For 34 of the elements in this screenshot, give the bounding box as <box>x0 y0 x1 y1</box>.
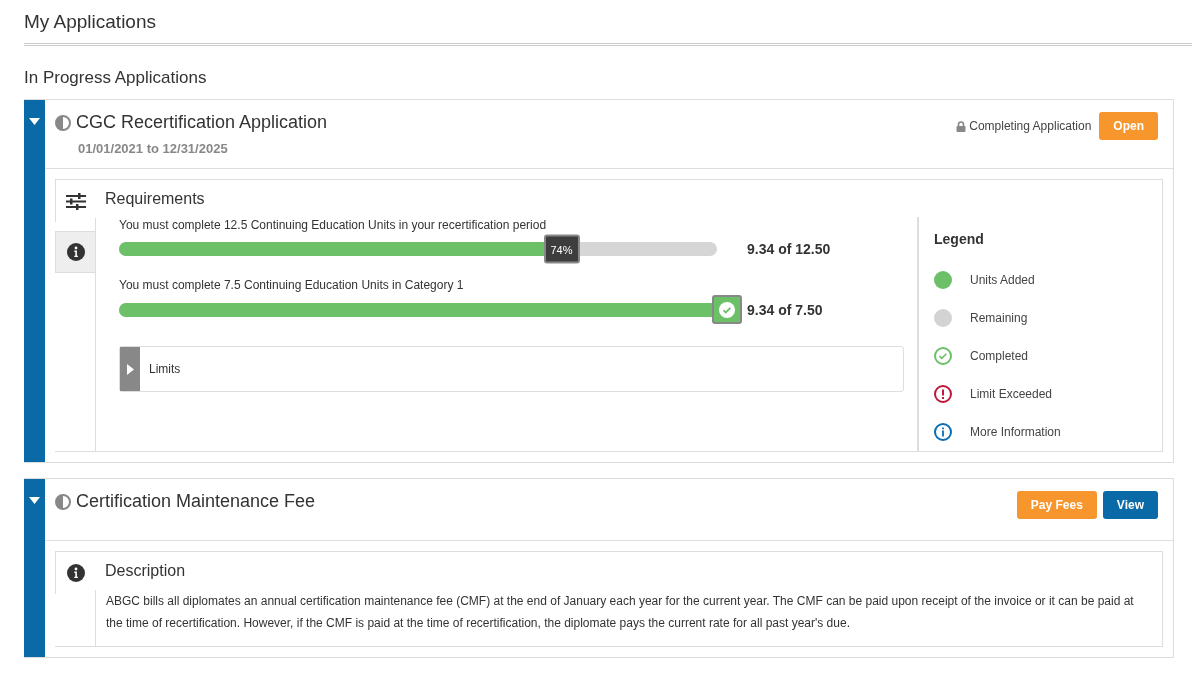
page-title: My Applications <box>24 10 157 34</box>
legend-label: Units Added <box>970 273 1035 287</box>
percent-badge: 74% <box>543 234 580 264</box>
requirement-text: You must complete 7.5 Continuing Education Units in Category 1 <box>119 278 465 292</box>
progress-reading: 9.34 of 7.50 <box>747 301 823 318</box>
legend-title: Legend <box>934 231 985 247</box>
half-circle-icon <box>55 493 71 510</box>
action-button[interactable]: View <box>1102 491 1158 519</box>
triangle-icon <box>126 363 134 375</box>
panel-tab[interactable] <box>55 231 95 273</box>
info-icon <box>66 564 85 582</box>
caret-icon <box>29 497 40 504</box>
collapse-toggle[interactable] <box>24 100 45 462</box>
limits-expander[interactable]: Limits <box>119 346 904 392</box>
sliders-icon <box>65 192 86 210</box>
progress-reading: 9.34 of 12.50 <box>747 241 831 257</box>
application-title: Certification Maintenance Fee <box>76 491 316 512</box>
requirement-text: You must complete 12.5 Continuing Education Units in your recertification period <box>119 218 548 232</box>
panel-title: Requirements <box>104 189 206 209</box>
application-title: CGC Recertification Application <box>76 112 328 133</box>
legend-label: Remaining <box>970 311 1028 325</box>
section-title: In Progress Applications <box>24 68 208 88</box>
check-icon <box>719 301 735 318</box>
panel-title: Description <box>104 561 187 581</box>
info-icon <box>66 243 85 261</box>
half-circle-icon <box>55 114 71 131</box>
date-range: 01/01/2021 to 12/31/2025 <box>78 141 229 156</box>
status-text: Completing Application <box>969 119 1092 133</box>
description-text: ABGC bills all diplomates an annual certification maintenance fee (CMF) at the end of January each year for the current year. The CMF can be paid upon receipt of the invoice or it can be paid at the time of recertification. However, if the CMF is paid at the time of recertification, the diplomate pays the current rate for all past year's due. <box>95 590 1162 646</box>
legend-label: Completed <box>970 349 1029 363</box>
collapse-toggle[interactable] <box>24 479 45 657</box>
legend-label: More Information <box>970 425 1061 439</box>
caret-icon <box>29 118 40 125</box>
legend-label: Limit Exceeded <box>970 387 1053 401</box>
